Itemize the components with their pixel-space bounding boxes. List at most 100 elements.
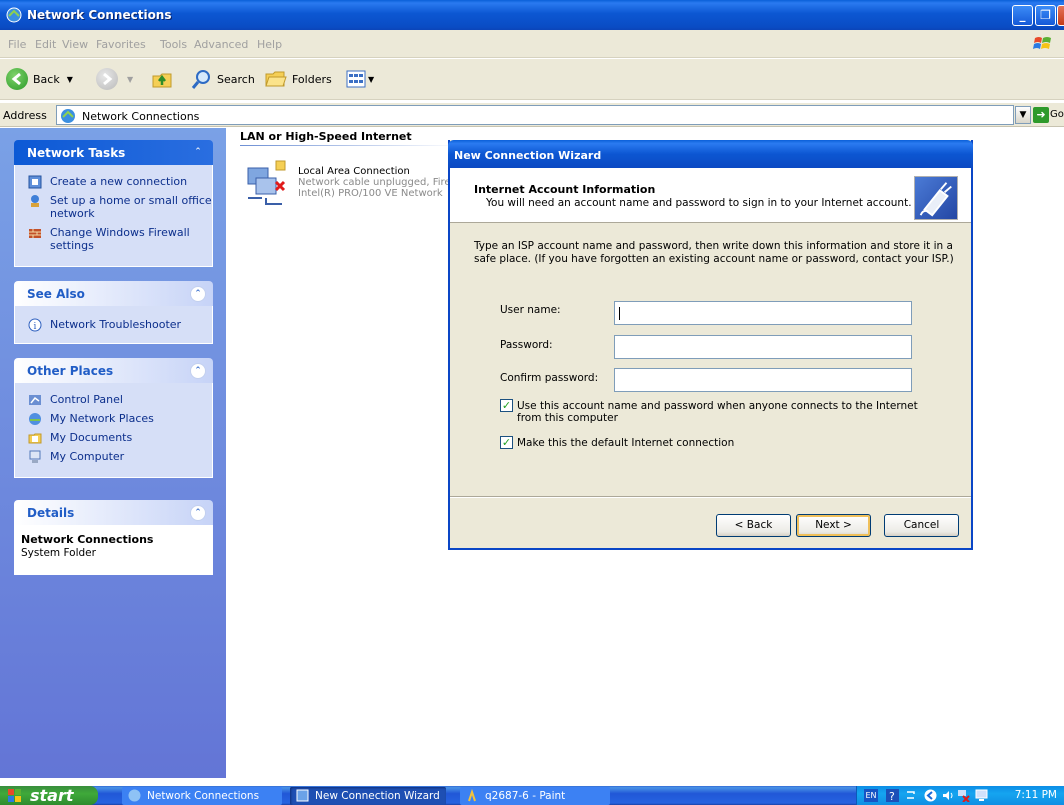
- address-label: Address: [3, 109, 47, 122]
- go-label[interactable]: Go: [1050, 109, 1064, 120]
- password-input[interactable]: [614, 335, 912, 359]
- collapse-chevron-icon[interactable]: ⌃: [190, 363, 206, 379]
- wizard-separator: [450, 496, 971, 498]
- task-new-connection-wizard[interactable]: New Connection Wizard: [290, 787, 446, 805]
- language-indicator[interactable]: EN: [864, 789, 878, 802]
- menu-tools[interactable]: Tools: [160, 38, 187, 51]
- default-connection-label[interactable]: Make this the default Internet connectio…: [517, 437, 937, 449]
- address-bar: Address Network Connections ▼ ➜ Go: [0, 103, 1064, 127]
- lan-connection-item[interactable]: Local Area Connection Network cable unpl…: [298, 166, 448, 199]
- back-button[interactable]: Back ▼: [6, 67, 73, 91]
- close-button[interactable]: [1057, 5, 1064, 26]
- collapse-chevron-icon[interactable]: ⌃: [190, 505, 206, 521]
- new-connection-wizard-dialog: New Connection Wizard Internet Account I…: [448, 140, 973, 550]
- go-arrow-icon[interactable]: ➜: [1033, 107, 1049, 123]
- folders-button[interactable]: Folders: [264, 67, 332, 91]
- collapse-chevron-icon[interactable]: ⌃: [190, 145, 206, 161]
- toolbar: Back ▼ ▼ Search Folders ▼: [0, 59, 1064, 100]
- create-connection-link[interactable]: Create a new connection: [15, 175, 212, 189]
- network-troubleshooter-link[interactable]: i Network Troubleshooter: [15, 318, 212, 332]
- system-tray: EN ? 7:11 PM: [856, 786, 1064, 805]
- maximize-button[interactable]: ❐: [1035, 5, 1056, 26]
- forward-dropdown-icon[interactable]: ▼: [127, 75, 133, 84]
- wizard-icon: [296, 789, 309, 802]
- details-panel: Details ⌃ Network Connections System Fol…: [14, 500, 213, 575]
- confirm-password-input[interactable]: [614, 368, 912, 392]
- computer-icon: [29, 450, 41, 463]
- network-connections-icon: [6, 7, 22, 23]
- default-connection-checkbox[interactable]: ✓: [500, 436, 513, 449]
- see-also-header[interactable]: See Also ⌃: [14, 281, 213, 306]
- help-icon[interactable]: ?: [886, 789, 899, 802]
- windows-flag-icon: [1033, 37, 1051, 49]
- forward-button[interactable]: ▼: [96, 67, 133, 91]
- svg-text:i: i: [34, 322, 37, 332]
- folders-label: Folders: [292, 72, 332, 86]
- start-label: start: [30, 786, 74, 805]
- next-button[interactable]: Next >: [796, 514, 871, 537]
- search-label: Search: [217, 72, 255, 86]
- back-button[interactable]: < Back: [716, 514, 791, 537]
- connection-name: Local Area Connection: [298, 166, 410, 177]
- details-type: System Folder: [21, 547, 96, 559]
- other-places-panel: Other Places ⌃ Control Panel My Network …: [14, 358, 213, 478]
- wizard-header: Internet Account Information You will ne…: [450, 168, 971, 223]
- group-header: LAN or High-Speed Internet: [240, 130, 412, 143]
- up-folder-button[interactable]: [150, 67, 174, 91]
- menu-file[interactable]: File: [8, 38, 26, 51]
- other-places-body: Control Panel My Network Places My Docum…: [14, 383, 213, 478]
- address-input[interactable]: Network Connections: [56, 105, 1014, 125]
- minimize-button[interactable]: _: [1012, 5, 1033, 26]
- network-tray-icon[interactable]: [975, 789, 988, 802]
- username-input[interactable]: [614, 301, 912, 325]
- task-paint[interactable]: q2687-6 - Paint: [460, 787, 610, 805]
- menu-bar: File Edit View Favorites Tools Advanced …: [0, 30, 1064, 58]
- wizard-intro: Type an ISP account name and password, t…: [474, 240, 954, 265]
- control-panel-link[interactable]: Control Panel: [15, 393, 212, 406]
- documents-folder-icon: [28, 433, 42, 444]
- home-network-icon: [31, 195, 39, 207]
- my-documents-link[interactable]: My Documents: [15, 431, 212, 444]
- setup-home-network-link[interactable]: Set up a home or small office network: [15, 194, 212, 220]
- network-tasks-panel: Network Tasks ⌃ Create a new connection …: [14, 140, 213, 267]
- use-account-checkbox[interactable]: ✓: [500, 399, 513, 412]
- task-network-connections[interactable]: Network Connections: [122, 787, 282, 805]
- start-button[interactable]: start: [0, 786, 98, 805]
- lan-connection-icon[interactable]: [242, 160, 288, 208]
- wizard-title: New Connection Wizard: [454, 149, 602, 162]
- network-tasks-header[interactable]: Network Tasks ⌃: [14, 140, 213, 165]
- menu-help[interactable]: Help: [257, 38, 282, 51]
- see-also-title: See Also: [27, 287, 85, 301]
- use-account-label[interactable]: Use this account name and password when …: [517, 400, 937, 424]
- views-button[interactable]: ▼: [346, 67, 374, 91]
- back-label: Back: [33, 72, 60, 86]
- menu-advanced[interactable]: Advanced: [194, 38, 248, 51]
- confirm-password-label: Confirm password:: [500, 372, 599, 384]
- menu-edit[interactable]: Edit: [35, 38, 56, 51]
- collapse-chevron-icon[interactable]: ⌃: [190, 286, 206, 302]
- tray-arrow-icon[interactable]: [904, 789, 917, 802]
- change-firewall-link[interactable]: Change Windows Firewall settings: [15, 226, 212, 252]
- details-body: Network Connections System Folder: [14, 525, 213, 575]
- system-clock: 7:11 PM: [1014, 789, 1057, 801]
- address-dropdown-icon[interactable]: ▼: [1015, 106, 1031, 124]
- info-icon: i: [28, 318, 42, 332]
- details-header[interactable]: Details ⌃: [14, 500, 213, 525]
- menu-favorites[interactable]: Favorites: [96, 38, 146, 51]
- network-disconnected-icon[interactable]: [957, 789, 970, 802]
- show-hidden-icons-icon[interactable]: [924, 789, 937, 802]
- search-button[interactable]: Search: [191, 67, 255, 91]
- other-places-header[interactable]: Other Places ⌃: [14, 358, 213, 383]
- back-dropdown-icon[interactable]: ▼: [67, 75, 73, 84]
- volume-icon[interactable]: [941, 789, 954, 802]
- wizard-titlebar: New Connection Wizard: [448, 140, 973, 168]
- group-divider: [240, 145, 460, 146]
- views-icon: [346, 70, 366, 88]
- firewall-icon: [29, 229, 41, 238]
- cancel-button[interactable]: Cancel: [884, 514, 959, 537]
- other-places-title: Other Places: [27, 364, 114, 378]
- my-network-places-link[interactable]: My Network Places: [15, 412, 212, 425]
- menu-view[interactable]: View: [62, 38, 88, 51]
- connection-device: Intel(R) PRO/100 VE Network: [298, 188, 443, 199]
- my-computer-link[interactable]: My Computer: [15, 450, 212, 463]
